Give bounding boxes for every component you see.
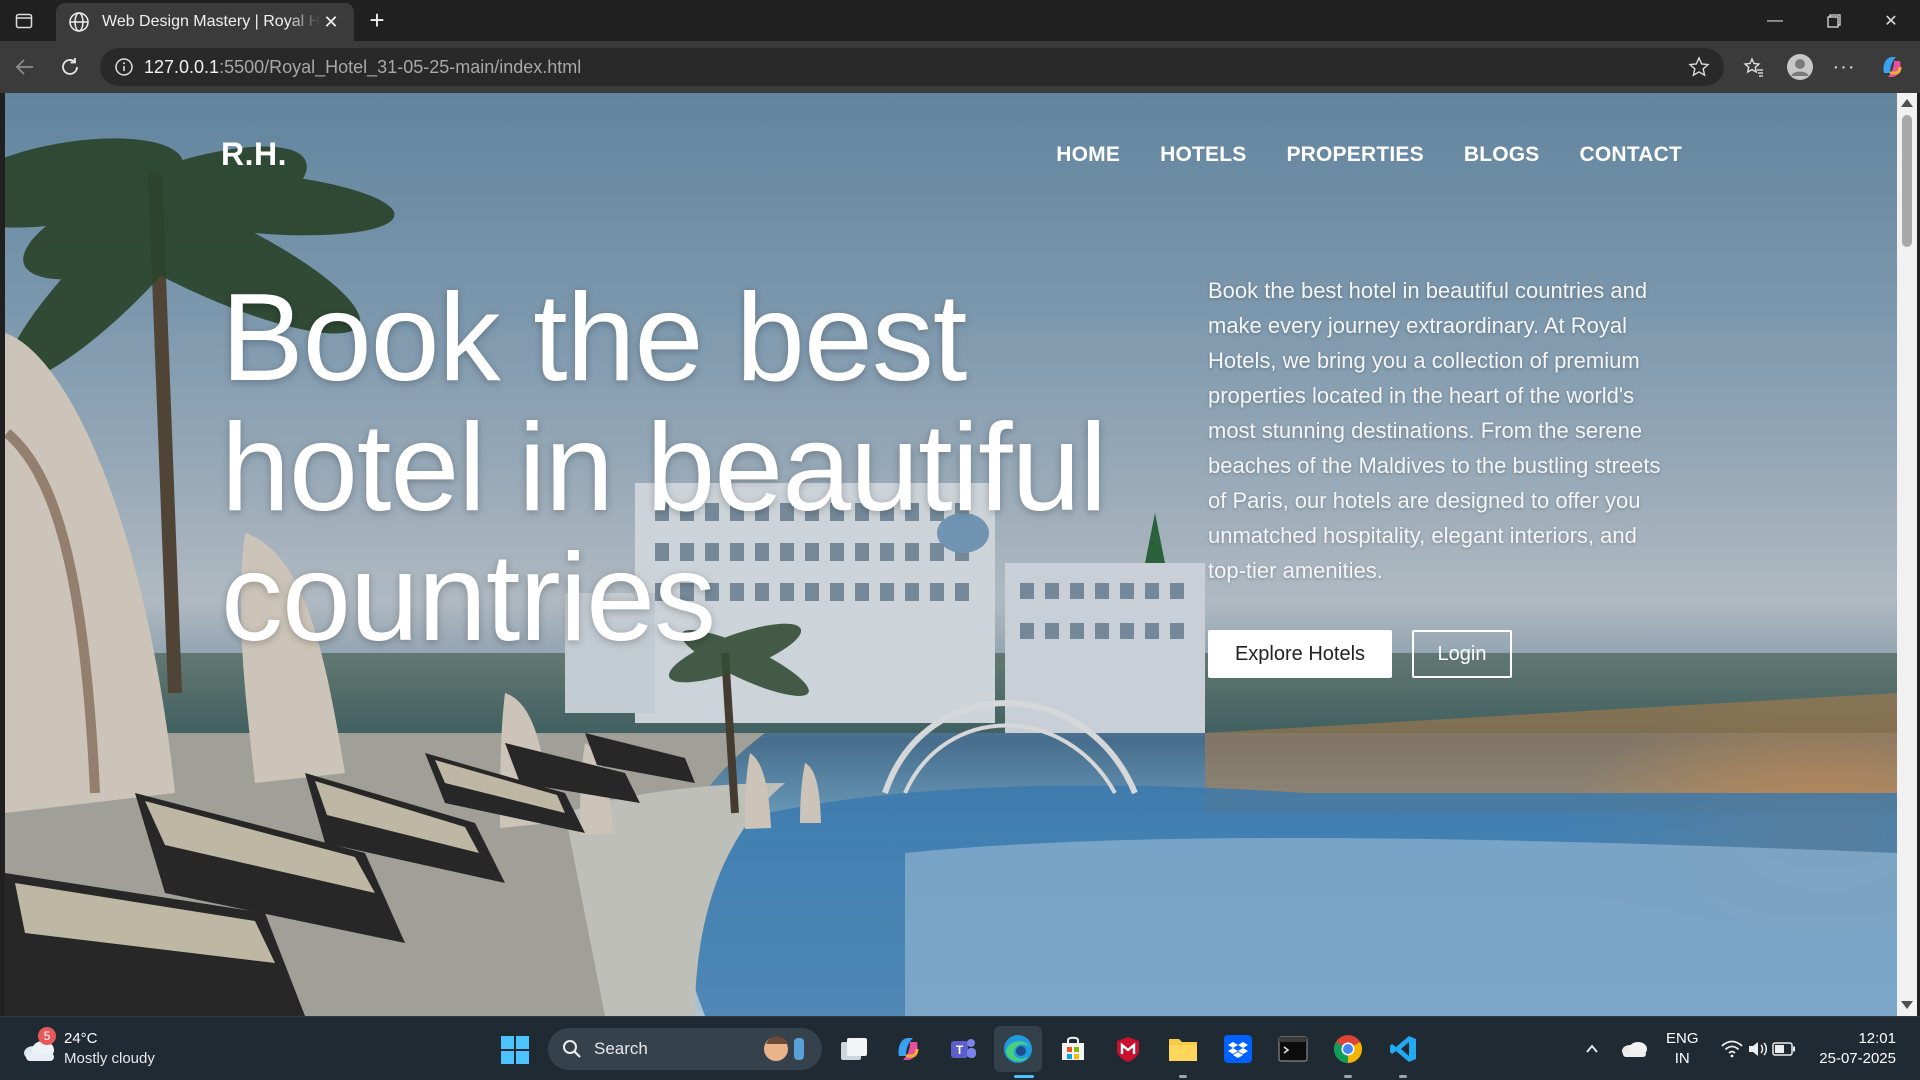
chevron-up-icon[interactable] bbox=[1574, 1031, 1610, 1067]
url-host: 127.0.0.1 bbox=[144, 56, 220, 77]
region-code: IN bbox=[1674, 1050, 1690, 1067]
restore-button[interactable] bbox=[1805, 0, 1863, 41]
scroll-down-icon[interactable] bbox=[1901, 1001, 1913, 1009]
reload-icon[interactable] bbox=[54, 51, 86, 83]
more-icon[interactable]: ··· bbox=[1828, 51, 1860, 83]
main-menu: HOME HOTELS PROPERTIES BLOGS CONTACT bbox=[1056, 143, 1682, 167]
login-button[interactable]: Login bbox=[1412, 630, 1512, 678]
close-icon[interactable]: ✕ bbox=[320, 11, 342, 33]
windows-taskbar: 5 24°C Mostly cloudy Search T ENG IN 12:… bbox=[0, 1016, 1920, 1080]
explorer-running-indicator bbox=[1179, 1075, 1187, 1078]
windows-start-icon[interactable] bbox=[500, 1035, 530, 1065]
mcafee-icon[interactable] bbox=[1110, 1031, 1146, 1067]
profile-icon[interactable] bbox=[1784, 51, 1816, 83]
task-view-icon[interactable] bbox=[836, 1031, 872, 1067]
page-scrollbar[interactable] bbox=[1897, 93, 1917, 1016]
info-icon[interactable] bbox=[114, 57, 134, 77]
back-icon[interactable] bbox=[9, 51, 41, 83]
terminal-icon[interactable] bbox=[1275, 1031, 1311, 1067]
notification-badge: 5 bbox=[38, 1027, 56, 1045]
site-logo[interactable]: R.H. bbox=[221, 136, 287, 173]
clock-date: 25-07-2025 bbox=[1819, 1050, 1896, 1067]
tab-actions-icon[interactable] bbox=[10, 8, 38, 34]
copilot-icon[interactable] bbox=[1876, 51, 1908, 83]
dropbox-icon[interactable] bbox=[1220, 1031, 1256, 1067]
system-clock[interactable]: 12:01 25-07-2025 bbox=[1819, 1029, 1896, 1069]
browser-tab-active[interactable]: Web Design Mastery | Royal Hotel ✕ bbox=[56, 3, 354, 41]
new-tab-button[interactable]: + bbox=[362, 6, 392, 36]
vscode-running-indicator bbox=[1399, 1075, 1407, 1078]
nav-properties-link[interactable]: PROPERTIES bbox=[1286, 143, 1423, 167]
chrome-running-indicator bbox=[1344, 1075, 1352, 1078]
language-code: ENG bbox=[1666, 1030, 1699, 1047]
weather-widget[interactable]: 5 24°C Mostly cloudy bbox=[20, 1027, 180, 1071]
globe-icon bbox=[68, 11, 90, 33]
page-viewport: R.H. HOME HOTELS PROPERTIES BLOGS CONTAC… bbox=[5, 93, 1897, 1016]
battery-icon[interactable] bbox=[1766, 1031, 1802, 1067]
minimize-button[interactable]: — bbox=[1746, 0, 1804, 41]
edge-running-indicator bbox=[1014, 1075, 1034, 1078]
nav-blogs-link[interactable]: BLOGS bbox=[1464, 143, 1540, 167]
onedrive-icon[interactable] bbox=[1616, 1031, 1652, 1067]
copilot-app-icon[interactable] bbox=[890, 1031, 926, 1067]
teams-icon[interactable]: T bbox=[945, 1031, 981, 1067]
file-explorer-icon[interactable] bbox=[1165, 1031, 1201, 1067]
vscode-icon[interactable] bbox=[1385, 1031, 1421, 1067]
chrome-icon[interactable] bbox=[1330, 1031, 1366, 1067]
microsoft-store-icon[interactable] bbox=[1055, 1031, 1091, 1067]
language-indicator[interactable]: ENG IN bbox=[1666, 1029, 1699, 1069]
hero-title: Book the best hotel in beautiful countri… bbox=[221, 269, 1107, 667]
tab-title: Web Design Mastery | Royal Hotel bbox=[102, 13, 320, 30]
scrollbar-thumb[interactable] bbox=[1902, 115, 1912, 247]
edge-icon[interactable] bbox=[1000, 1031, 1036, 1067]
search-icon bbox=[563, 1040, 581, 1058]
browser-toolbar: 127.0.0.1:5500/Royal_Hotel_31-05-25-main… bbox=[0, 41, 1920, 93]
browser-tab-bar: Web Design Mastery | Royal Hotel ✕ + — ✕ bbox=[0, 0, 1920, 41]
scroll-up-icon[interactable] bbox=[1901, 99, 1913, 107]
close-window-button[interactable]: ✕ bbox=[1862, 0, 1920, 41]
svg-text:T: T bbox=[956, 1043, 964, 1057]
taskbar-search[interactable]: Search bbox=[548, 1028, 822, 1070]
nav-hotels-link[interactable]: HOTELS bbox=[1160, 143, 1246, 167]
hero-description: Book the best hotel in beautiful countri… bbox=[1208, 278, 1661, 583]
favorites-icon[interactable] bbox=[1738, 51, 1770, 83]
clock-time: 12:01 bbox=[1858, 1030, 1896, 1047]
address-bar[interactable]: 127.0.0.1:5500/Royal_Hotel_31-05-25-main… bbox=[100, 48, 1724, 86]
star-icon[interactable] bbox=[1688, 56, 1710, 78]
nav-contact-link[interactable]: CONTACT bbox=[1580, 143, 1683, 167]
search-label: Search bbox=[594, 1039, 648, 1058]
site-navbar: R.H. HOME HOTELS PROPERTIES BLOGS CONTAC… bbox=[5, 93, 1897, 213]
weather-temperature: 24°C bbox=[64, 1030, 98, 1047]
search-highlight-icon bbox=[764, 1036, 804, 1061]
explore-hotels-button[interactable]: Explore Hotels bbox=[1208, 630, 1392, 678]
nav-home-link[interactable]: HOME bbox=[1056, 143, 1120, 167]
weather-condition: Mostly cloudy bbox=[64, 1050, 155, 1067]
url-path: :5500/Royal_Hotel_31-05-25-main/index.ht… bbox=[219, 56, 582, 77]
